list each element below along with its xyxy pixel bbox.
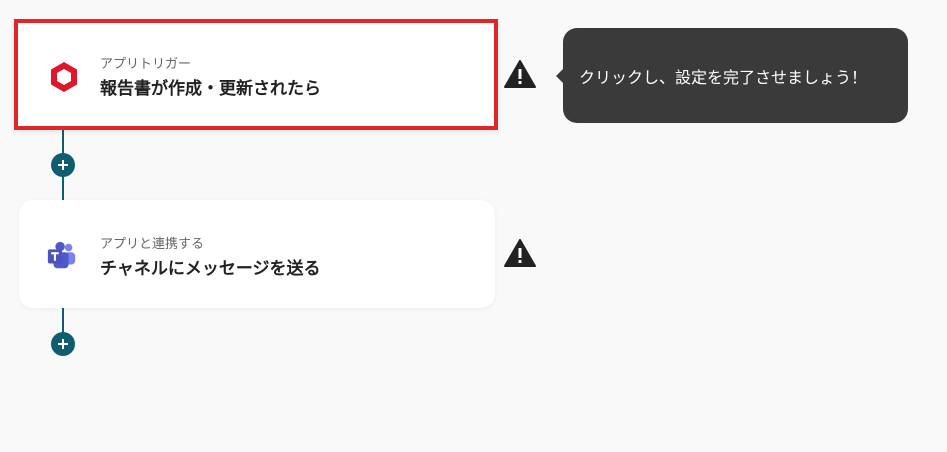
warning-icon	[504, 239, 536, 267]
add-step-button[interactable]	[51, 332, 75, 356]
step-title: 報告書が作成・更新されたら	[100, 79, 321, 99]
step-subtitle: アプリトリガー	[100, 57, 192, 72]
step-subtitle: アプリと連携する	[100, 237, 205, 252]
warning-icon	[504, 60, 536, 88]
add-step-button[interactable]	[51, 153, 75, 177]
workflow-canvas: アプリトリガー 報告書が作成・更新されたら アプリと連携する チャネルにメッセー…	[0, 0, 947, 452]
plus-icon	[58, 339, 68, 349]
step-card-trigger[interactable]: アプリトリガー 報告書が作成・更新されたら	[14, 19, 498, 130]
plus-icon	[58, 160, 68, 170]
tooltip-text: クリックし、設定を完了させましょう！	[579, 67, 868, 87]
trigger-hexagon-icon	[51, 62, 77, 92]
step-card-action[interactable]: アプリと連携する チャネルにメッセージを送る	[19, 200, 495, 308]
teams-icon	[47, 241, 76, 269]
setup-tooltip: クリックし、設定を完了させましょう！	[563, 28, 908, 123]
step-title: チャネルにメッセージを送る	[100, 259, 321, 279]
